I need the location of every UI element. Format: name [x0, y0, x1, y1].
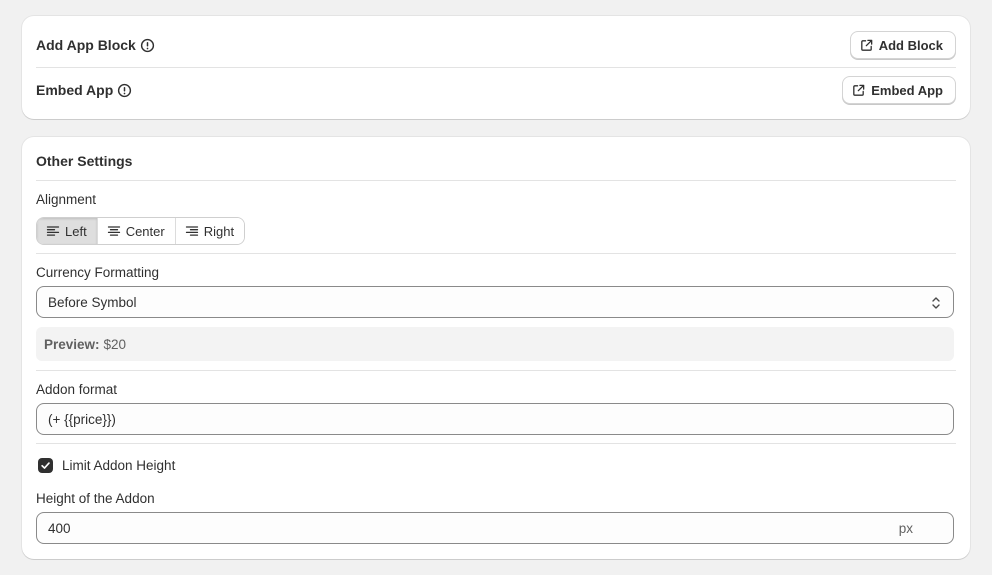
- info-icon[interactable]: [117, 83, 132, 98]
- external-link-icon: [853, 84, 865, 96]
- divider: [36, 370, 956, 371]
- currency-preview: Preview: $20: [36, 327, 954, 361]
- add-block-button[interactable]: Add Block: [849, 31, 956, 59]
- addon-height-value: 400: [48, 520, 71, 536]
- addon-format-input[interactable]: (+ {{price}}): [36, 403, 954, 435]
- px-suffix: px: [898, 520, 913, 536]
- embed-app-button-label: Embed App: [871, 82, 943, 98]
- alignment-segmented-control: Left Center Right: [36, 217, 246, 245]
- divider: [36, 443, 956, 444]
- section-title: Other Settings: [36, 153, 133, 169]
- limit-addon-height-row[interactable]: Limit Addon Height: [38, 458, 175, 473]
- addon-height-label: Height of the Addon: [36, 491, 155, 506]
- currency-formatting-label: Currency Formatting: [36, 265, 160, 280]
- alignment-left-label: Left: [65, 223, 87, 239]
- preview-label: Preview:: [44, 336, 100, 352]
- align-left-icon: [46, 226, 60, 236]
- align-center-icon: [107, 226, 120, 236]
- alignment-right-label: Right: [203, 223, 235, 239]
- app-setup-card: Add App Block Add Block Embed App Embed …: [22, 16, 970, 119]
- embed-app-title: Embed App: [36, 82, 132, 98]
- align-right-icon: [185, 226, 198, 236]
- check-icon: [41, 462, 50, 469]
- divider: [36, 67, 956, 68]
- currency-formatting-select[interactable]: Before Symbol: [36, 286, 954, 318]
- other-settings-card: Other Settings Alignment Left Center Rig…: [22, 137, 970, 559]
- preview-value: $20: [103, 336, 127, 352]
- embed-app-label: Embed App: [36, 82, 114, 98]
- alignment-right-button[interactable]: Right: [175, 218, 245, 244]
- alignment-center-button[interactable]: Center: [97, 218, 176, 244]
- limit-addon-height-label: Limit Addon Height: [62, 458, 176, 473]
- alignment-center-label: Center: [125, 223, 165, 239]
- embed-app-row: Embed App Embed App: [36, 75, 956, 105]
- embed-app-button[interactable]: Embed App: [842, 76, 956, 104]
- addon-format-value: (+ {{price}}): [48, 411, 116, 427]
- alignment-label: Alignment: [36, 192, 97, 207]
- addon-height-input[interactable]: 400 px: [36, 512, 954, 544]
- chevron-up-down-icon: [932, 297, 940, 309]
- info-icon[interactable]: [140, 38, 155, 53]
- external-link-icon: [860, 39, 873, 51]
- currency-formatting-value: Before Symbol: [48, 294, 137, 310]
- add-app-block-row: Add App Block Add Block: [36, 30, 956, 60]
- addon-format-label: Addon format: [36, 382, 118, 397]
- add-app-block-label: Add App Block: [36, 37, 136, 53]
- limit-addon-height-checkbox[interactable]: [38, 458, 53, 473]
- add-block-button-label: Add Block: [878, 37, 943, 53]
- divider: [36, 253, 956, 254]
- divider: [36, 180, 956, 181]
- alignment-left-button[interactable]: Left: [37, 218, 98, 244]
- add-app-block-title: Add App Block: [36, 37, 155, 53]
